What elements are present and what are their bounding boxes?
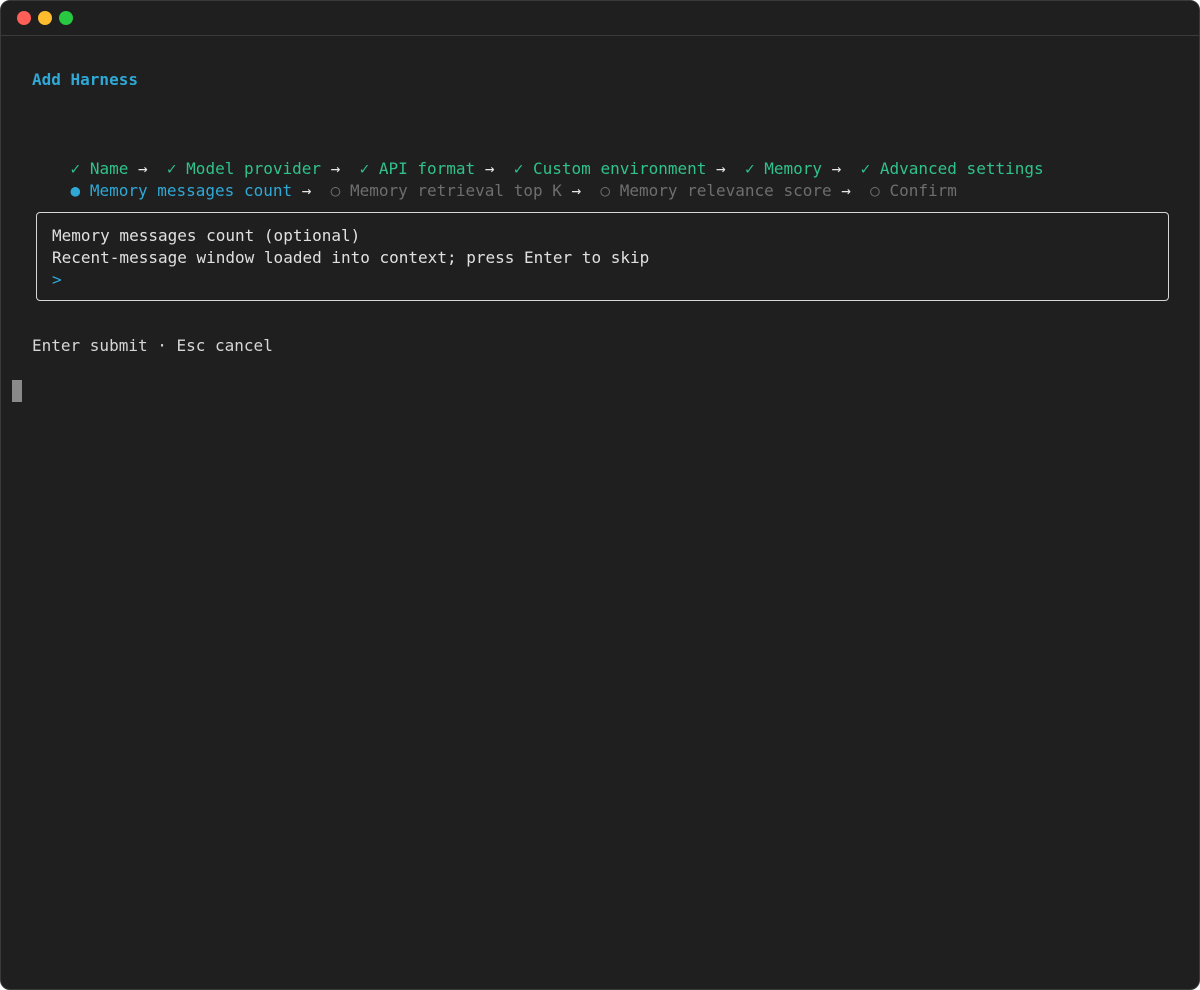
step-memory-retrieval-top-k: ○ Memory retrieval top K: [330, 181, 562, 200]
wizard-title: Add Harness: [32, 70, 138, 89]
pending-step-circle-icon: ○: [870, 181, 880, 200]
prompt-input[interactable]: >: [52, 269, 71, 291]
minimize-window-button[interactable]: [38, 11, 52, 25]
arrow-icon: →: [841, 181, 851, 200]
current-step-dot-icon: ●: [70, 181, 81, 200]
close-window-button[interactable]: [17, 11, 31, 25]
steps-row-remaining: ● Memory messages count → ○ Memory retri…: [32, 158, 957, 200]
step-memory-relevance-score: ○ Memory relevance score: [600, 181, 832, 200]
keyboard-hint: Enter submit · Esc cancel: [32, 336, 273, 355]
title-bar: [1, 1, 1199, 36]
maximize-window-button[interactable]: [59, 11, 73, 25]
prompt-symbol: >: [52, 270, 62, 289]
terminal-cursor: [12, 380, 22, 402]
prompt-label: Memory messages count (optional): [52, 226, 361, 245]
steps-row-completed: ✓ Name → ✓ Model provider → ✓ API format…: [32, 136, 1044, 178]
step-confirm: ○ Confirm: [870, 181, 957, 200]
step-memory-messages-count: ● Memory messages count: [70, 181, 293, 200]
prompt-box[interactable]: Memory messages count (optional) Recent-…: [36, 212, 1169, 301]
arrow-icon: →: [301, 181, 312, 200]
prompt-description: Recent-message window loaded into contex…: [52, 248, 650, 267]
pending-step-circle-icon: ○: [600, 181, 611, 200]
terminal-window: Add Harness ✓ Name → ✓ Model provider → …: [0, 0, 1200, 990]
arrow-icon: →: [571, 181, 582, 200]
pending-step-circle-icon: ○: [330, 181, 341, 200]
